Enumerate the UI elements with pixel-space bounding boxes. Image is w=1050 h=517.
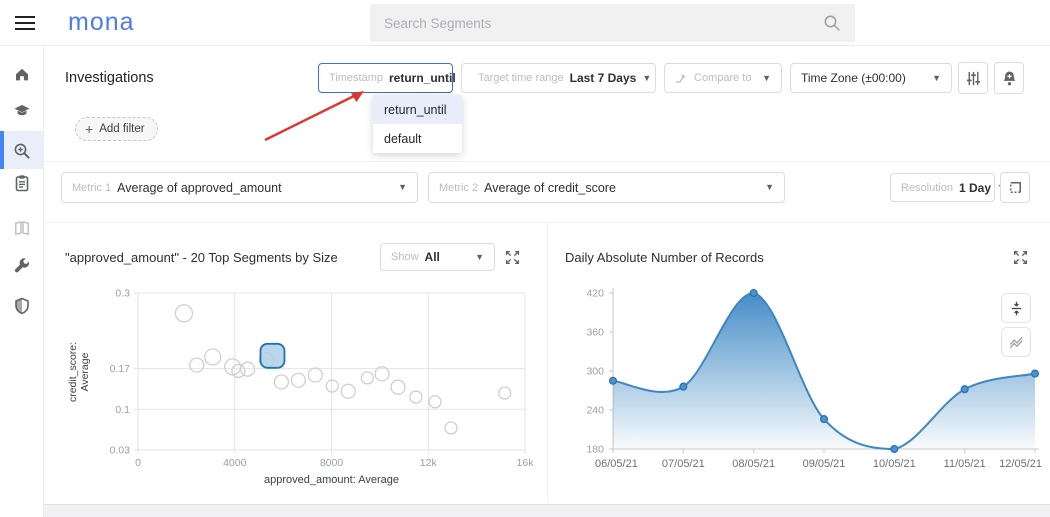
timezone-dropdown[interactable]: Time Zone (±00:00) ▼ xyxy=(790,63,952,93)
show-label: Show xyxy=(391,251,419,263)
fullscreen-icon[interactable] xyxy=(1012,249,1029,266)
svg-text:16k: 16k xyxy=(517,457,535,469)
svg-text:10/05/21: 10/05/21 xyxy=(873,458,916,470)
main-content: Investigations Timestamp return_until ▲ … xyxy=(44,46,1050,504)
resolution-dropdown[interactable]: Resolution 1 Day ▼ xyxy=(890,173,1006,202)
home-icon[interactable] xyxy=(13,65,31,83)
multi-line-view-button[interactable] xyxy=(1001,327,1031,357)
compare-to-dropdown[interactable]: Compare to ▼ xyxy=(664,63,782,93)
caret-down-icon: ▼ xyxy=(762,72,771,83)
svg-text:11/05/21: 11/05/21 xyxy=(944,458,986,470)
svg-text:12/05/21: 12/05/21 xyxy=(999,458,1042,470)
svg-text:08/05/21: 08/05/21 xyxy=(732,458,775,470)
select-region-button[interactable] xyxy=(1000,172,1030,203)
hamburger-menu-icon[interactable] xyxy=(15,15,35,31)
top-bar: mona xyxy=(0,0,1050,46)
menu-option-default[interactable]: default xyxy=(373,124,462,153)
svg-text:0.3: 0.3 xyxy=(115,288,130,300)
svg-text:8000: 8000 xyxy=(320,457,344,469)
svg-text:300: 300 xyxy=(586,366,604,378)
page-title: Investigations xyxy=(65,70,154,86)
target-time-range-dropdown[interactable]: Target time range Last 7 Days ▼ xyxy=(461,63,656,93)
show-value: All xyxy=(424,250,440,264)
scatter-chart[interactable]: 0 4000 8000 12k 16k 0.3 0.17 0.1 0.03 approved_am… xyxy=(60,282,540,500)
metric2-dropdown[interactable]: Metric 2 Average of credit_score ▼ xyxy=(428,172,785,203)
bell-plus-icon xyxy=(1003,71,1015,85)
plus-icon: + xyxy=(85,121,94,137)
sidebar-nav xyxy=(0,46,44,517)
page-bottom-strip xyxy=(0,504,1050,517)
advanced-settings-button[interactable] xyxy=(958,62,988,94)
scatter-chart-title: "approved_amount" - 20 Top Segments by S… xyxy=(65,250,338,265)
security-shield-icon[interactable] xyxy=(13,297,31,315)
timestamp-options-menu: return_until default xyxy=(373,95,462,153)
add-filter-button[interactable]: + Add filter xyxy=(75,117,158,141)
svg-text:0: 0 xyxy=(135,457,141,469)
area-chart[interactable]: 180 240 300 360 420 06/05/21 07/05/21 08/05/21 0… xyxy=(560,282,1042,500)
svg-text:06/05/21: 06/05/21 xyxy=(595,458,638,470)
show-dropdown[interactable]: Show All ▼ xyxy=(380,243,495,271)
svg-text:07/05/21: 07/05/21 xyxy=(662,458,705,470)
fullscreen-icon[interactable] xyxy=(504,249,521,266)
timestamp-label: Timestamp xyxy=(329,72,383,84)
annotation-arrow xyxy=(264,91,364,142)
metric1-label: Metric 1 xyxy=(72,181,112,194)
metric1-value: Average of approved_amount xyxy=(117,180,282,195)
svg-text:180: 180 xyxy=(586,444,604,456)
svg-text:240: 240 xyxy=(586,405,604,417)
docs-book-icon[interactable] xyxy=(13,219,31,237)
compare-icon xyxy=(676,74,685,83)
menu-option-return-until[interactable]: return_until xyxy=(373,95,462,124)
svg-text:0.03: 0.03 xyxy=(110,445,131,457)
caret-down-icon: ▼ xyxy=(932,72,941,83)
app-root: mona Search Segments Investigations Time… xyxy=(0,0,1050,517)
stacked-lines-icon xyxy=(1009,336,1023,348)
svg-text:approved_amount: Average: approved_amount: Average xyxy=(264,474,399,486)
svg-text:12k: 12k xyxy=(420,457,438,469)
metric2-label: Metric 2 xyxy=(439,181,479,194)
investigate-search-icon[interactable] xyxy=(13,142,31,160)
merge-view-button[interactable] xyxy=(1001,293,1031,323)
caret-down-icon: ▼ xyxy=(642,72,652,83)
svg-text:09/05/21: 09/05/21 xyxy=(803,458,846,470)
search-bar[interactable] xyxy=(370,4,855,42)
search-icon xyxy=(824,15,840,31)
resolution-value: 1 Day xyxy=(958,180,992,195)
education-icon[interactable] xyxy=(13,102,31,120)
vertical-align-center-icon xyxy=(1011,301,1021,315)
svg-text:360: 360 xyxy=(586,327,604,339)
svg-text:4000: 4000 xyxy=(223,457,247,469)
area-chart-title: Daily Absolute Number of Records xyxy=(565,250,764,265)
svg-text:credit_score:Average: credit_score:Average xyxy=(67,342,91,402)
compare-to-label: Compare to xyxy=(694,72,752,84)
settings-wrench-icon[interactable] xyxy=(13,257,31,275)
caret-down-icon: ▼ xyxy=(398,182,407,192)
metric1-dropdown[interactable]: Metric 1 Average of approved_amount ▼ xyxy=(61,172,418,203)
panel-divider xyxy=(547,222,548,503)
divider xyxy=(44,161,1050,162)
metric2-value: Average of credit_score xyxy=(484,180,616,195)
caret-down-icon: ▼ xyxy=(475,251,484,262)
sliders-tune-icon xyxy=(966,71,980,85)
dashed-select-icon xyxy=(1009,182,1021,193)
svg-text:420: 420 xyxy=(586,288,604,300)
target-time-range-label: Target time range xyxy=(478,72,564,84)
search-input[interactable] xyxy=(384,15,823,31)
mona-logo[interactable]: mona xyxy=(68,8,135,37)
add-filter-label: Add filter xyxy=(99,123,145,135)
timezone-value: Time Zone (±00:00) xyxy=(801,71,906,85)
caret-down-icon: ▼ xyxy=(765,182,774,192)
target-time-range-value: Last 7 Days xyxy=(569,71,637,85)
resolution-label: Resolution xyxy=(901,181,953,194)
timestamp-dropdown[interactable]: Timestamp return_until ▲ xyxy=(318,63,471,93)
reports-clipboard-icon[interactable] xyxy=(13,174,31,192)
timestamp-value: return_until xyxy=(389,71,456,85)
svg-text:0.17: 0.17 xyxy=(110,363,131,375)
add-alert-button[interactable] xyxy=(994,62,1024,94)
svg-text:0.1: 0.1 xyxy=(115,404,130,416)
